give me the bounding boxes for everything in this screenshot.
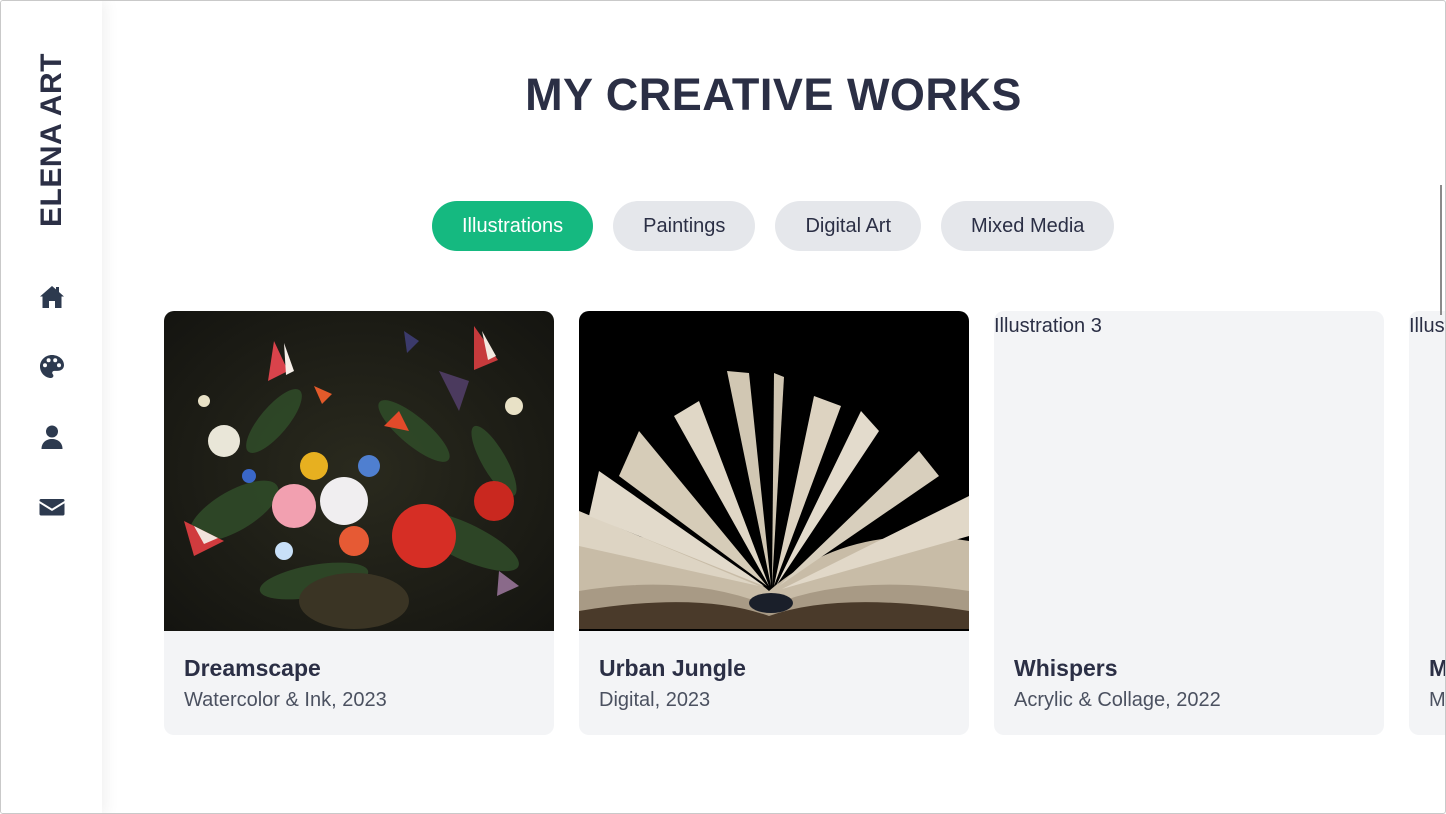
envelope-icon[interactable]: [37, 492, 67, 522]
palette-icon[interactable]: [37, 352, 67, 382]
home-icon[interactable]: [37, 282, 67, 312]
artwork-card[interactable]: Dreamscape Watercolor & Ink, 2023: [164, 311, 554, 735]
artwork-title: Urban Jungle: [599, 655, 746, 681]
brand-logo[interactable]: ELENA ART: [35, 40, 69, 240]
app-window: ELENA ART MY CREATIVE WORKS Illustration…: [0, 0, 1446, 814]
artwork-meta: M: [1429, 689, 1446, 711]
filter-illustrations[interactable]: Illustrations: [432, 201, 594, 251]
filter-mixed-media[interactable]: Mixed Media: [941, 201, 1115, 251]
image-alt-text: Illustration 3: [994, 315, 1102, 337]
artwork-title: M: [1429, 655, 1445, 682]
user-icon[interactable]: [37, 422, 67, 452]
page-title: MY CREATIVE WORKS: [525, 69, 1022, 120]
filter-paintings[interactable]: Paintings: [613, 201, 756, 251]
artwork-title: Whispers: [1014, 655, 1118, 681]
sidebar: ELENA ART: [1, 1, 102, 813]
main-content: MY CREATIVE WORKS Illustrations Painting…: [102, 1, 1446, 813]
filter-tabs: Illustrations Paintings Digital Art Mixe…: [432, 201, 1115, 251]
artwork-image-book[interactable]: [579, 311, 969, 631]
filter-digital-art[interactable]: Digital Art: [775, 201, 922, 251]
image-alt-text: Illust: [1409, 315, 1445, 337]
artwork-image-broken[interactable]: Illustration 3: [994, 311, 1384, 631]
artwork-card[interactable]: Illust M M: [1409, 311, 1446, 735]
artwork-image-broken[interactable]: Illust: [1409, 311, 1445, 631]
scrollbar-thumb[interactable]: [1440, 185, 1442, 315]
gallery: Dreamscape Watercolor & Ink, 2023 Urban …: [164, 311, 1446, 735]
artwork-image-flowers[interactable]: [164, 311, 554, 631]
artwork-title: Dreamscape: [184, 655, 321, 681]
artwork-meta: Acrylic & Collage, 2022: [1014, 689, 1221, 711]
artwork-meta: Watercolor & Ink, 2023: [184, 689, 387, 711]
artwork-card[interactable]: Illustration 3 Whispers Acrylic & Collag…: [994, 311, 1384, 735]
artwork-card[interactable]: Urban Jungle Digital, 2023: [579, 311, 969, 735]
artwork-meta: Digital, 2023: [599, 689, 711, 711]
